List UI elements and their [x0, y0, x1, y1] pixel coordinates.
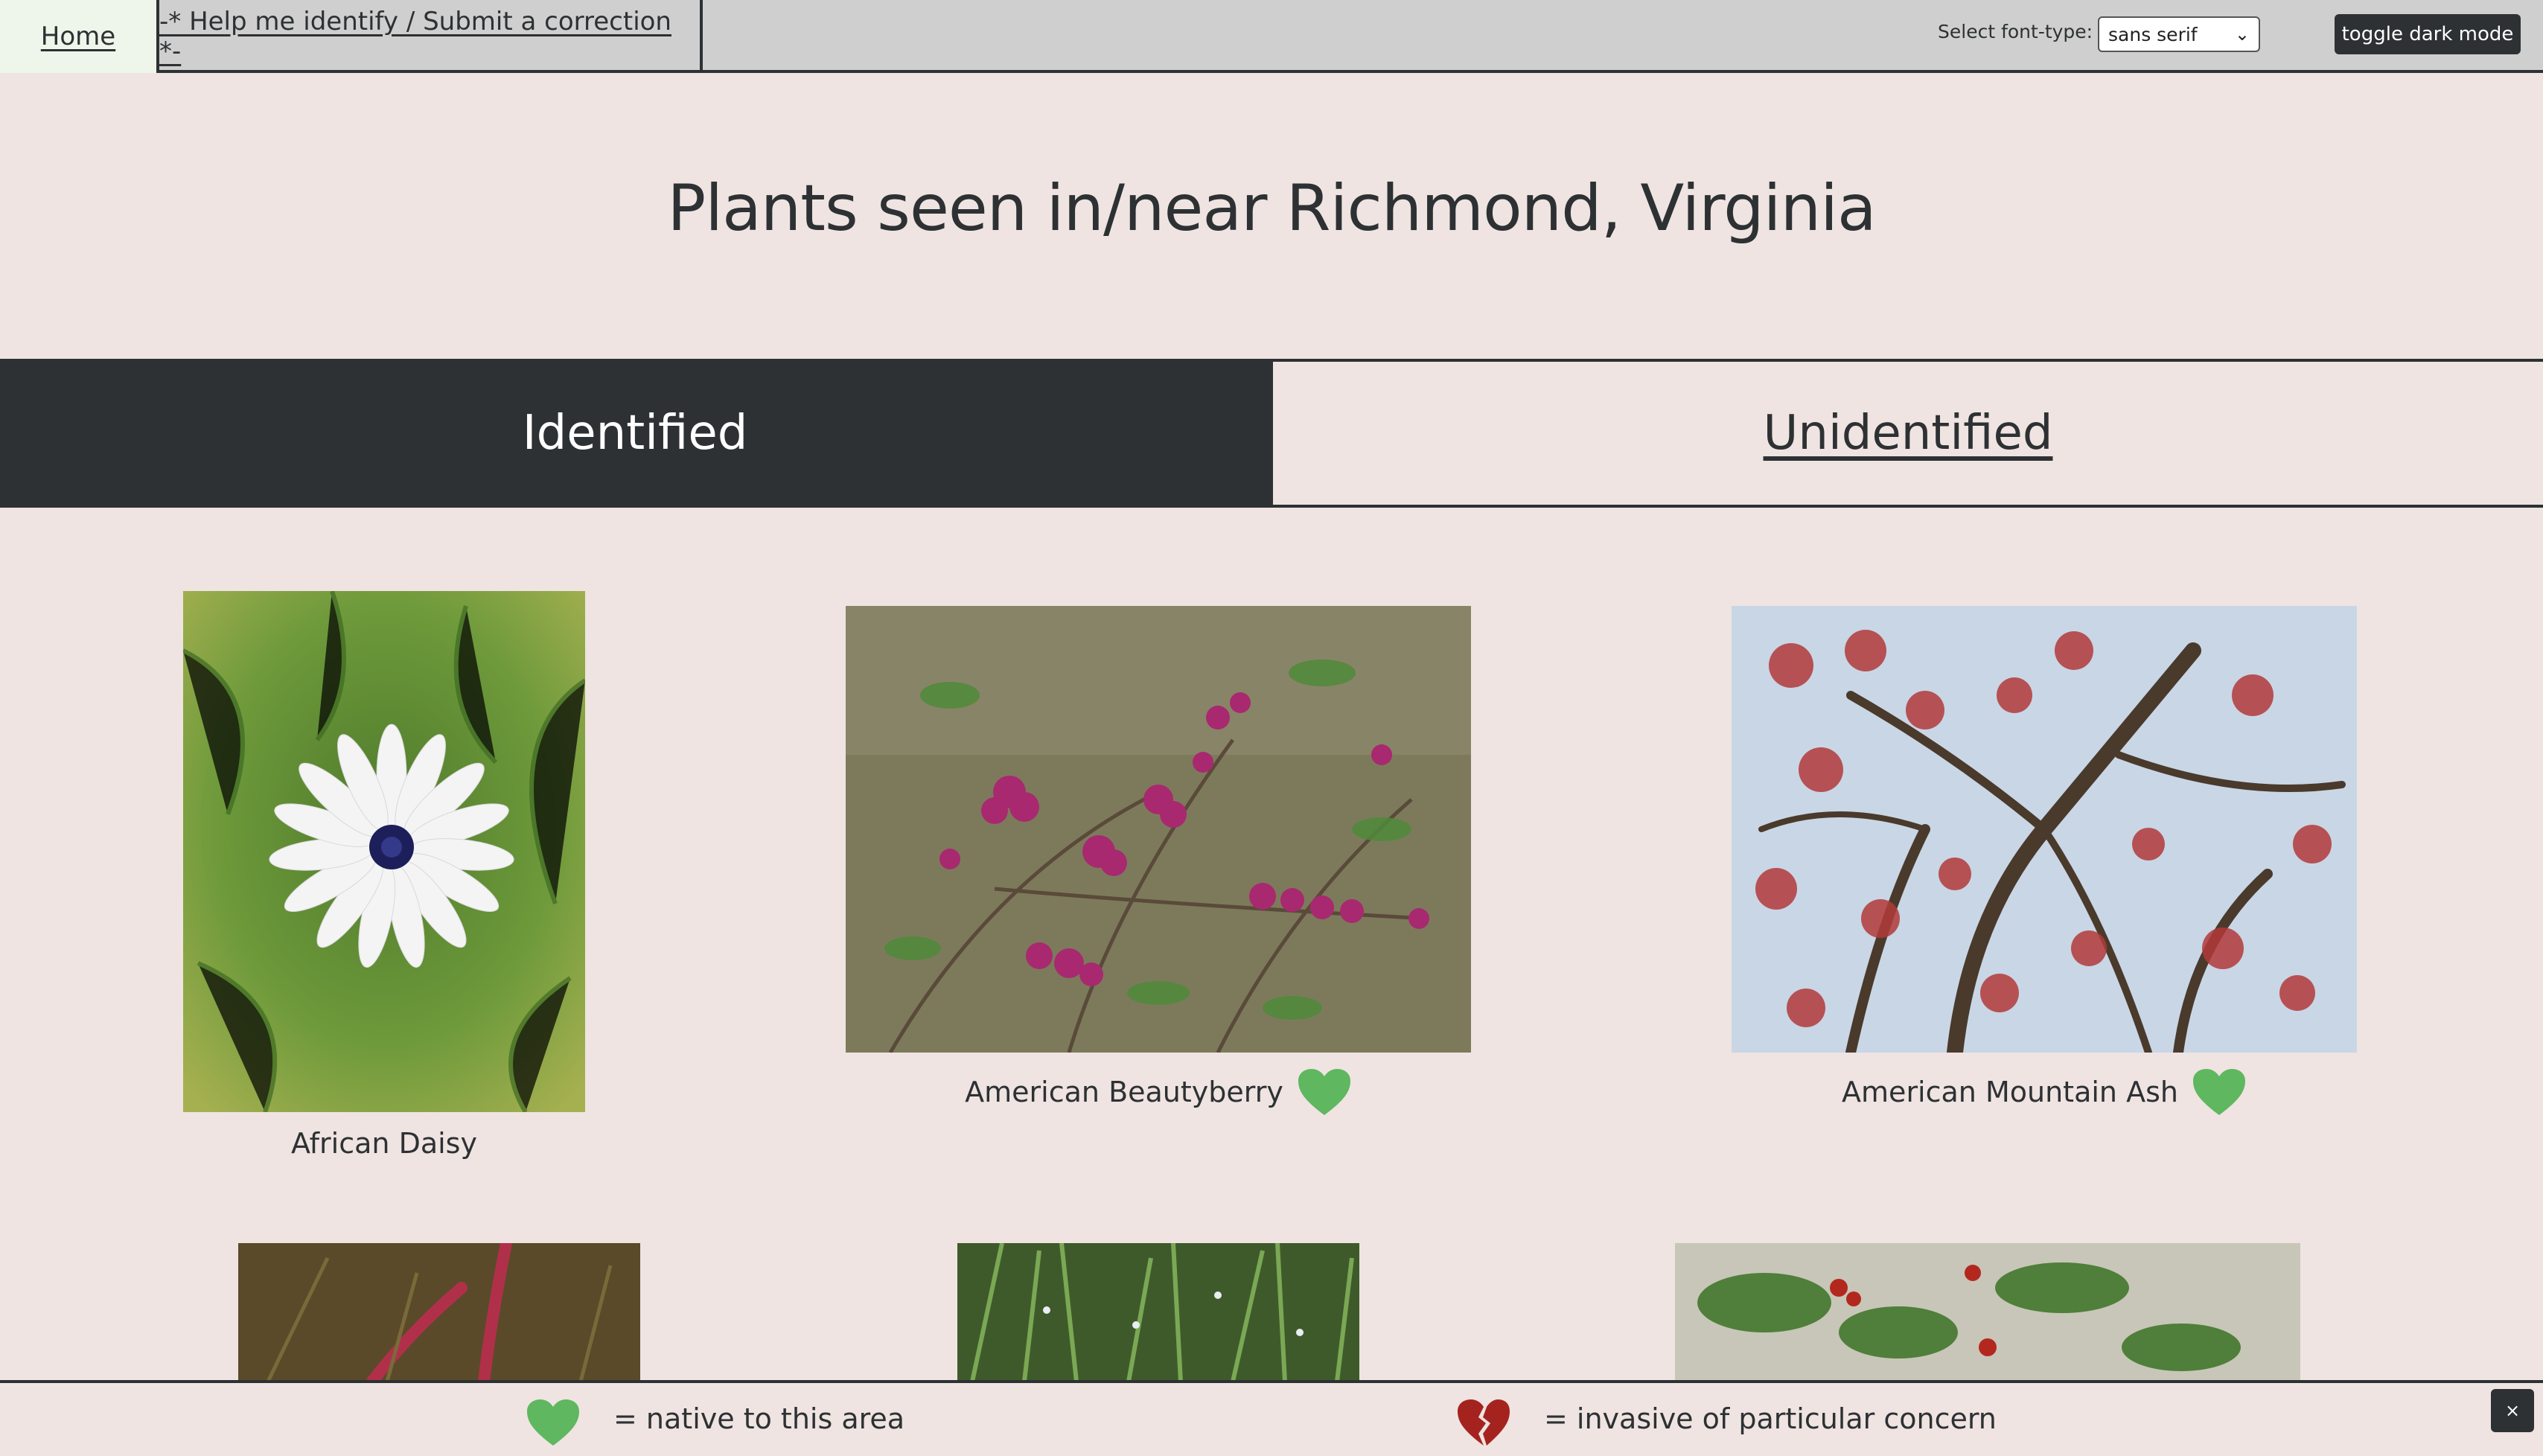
- plant-photo-african-daisy[interactable]: [183, 591, 585, 1112]
- plant-caption[interactable]: American Mountain Ash: [1732, 1067, 2357, 1117]
- legend-bar: = native to this area = invasive of part…: [0, 1380, 2543, 1456]
- page-title: Plants seen in/near Richmond, Virginia: [667, 171, 1876, 246]
- font-type-select[interactable]: sans serif ⌄: [2098, 16, 2260, 52]
- tab-unidentified[interactable]: Unidentified: [1270, 362, 2543, 505]
- toggle-dark-mode-button[interactable]: toggle dark mode: [2335, 14, 2521, 54]
- chevron-down-icon: ⌄: [2234, 24, 2250, 45]
- close-legend-button[interactable]: ×: [2491, 1389, 2534, 1432]
- native-heart-icon: [527, 1399, 579, 1446]
- native-heart-icon: [2192, 1069, 2245, 1115]
- plant-caption[interactable]: American Beautyberry: [846, 1067, 1471, 1117]
- font-type-value: sans serif: [2108, 23, 2198, 45]
- native-heart-icon: [1298, 1069, 1350, 1115]
- plant-photo[interactable]: [957, 1243, 1359, 1382]
- broken-heart-icon: [1458, 1399, 1510, 1446]
- home-link[interactable]: Home: [0, 0, 159, 73]
- plant-photo[interactable]: [238, 1243, 640, 1382]
- plant-name: American Beautyberry: [965, 1076, 1283, 1108]
- top-navigation: Home -* Help me identify / Submit a corr…: [0, 0, 2543, 73]
- help-identify-link[interactable]: -* Help me identify / Submit a correctio…: [159, 0, 703, 73]
- plant-caption[interactable]: African Daisy: [183, 1127, 585, 1160]
- legend-native-label: = native to this area: [613, 1402, 905, 1435]
- plant-name: African Daisy: [291, 1127, 477, 1160]
- plant-photo-american-mountain-ash[interactable]: [1732, 606, 2357, 1053]
- plant-photo[interactable]: [1675, 1243, 2300, 1382]
- font-type-label: Select font-type:: [1938, 21, 2093, 42]
- plant-name: American Mountain Ash: [1842, 1076, 2178, 1108]
- tab-bar: Identified Unidentified: [0, 359, 2543, 508]
- legend-invasive-label: = invasive of particular concern: [1544, 1402, 1997, 1435]
- plant-photo-american-beautyberry[interactable]: [846, 606, 1471, 1053]
- tab-identified[interactable]: Identified: [0, 362, 1270, 505]
